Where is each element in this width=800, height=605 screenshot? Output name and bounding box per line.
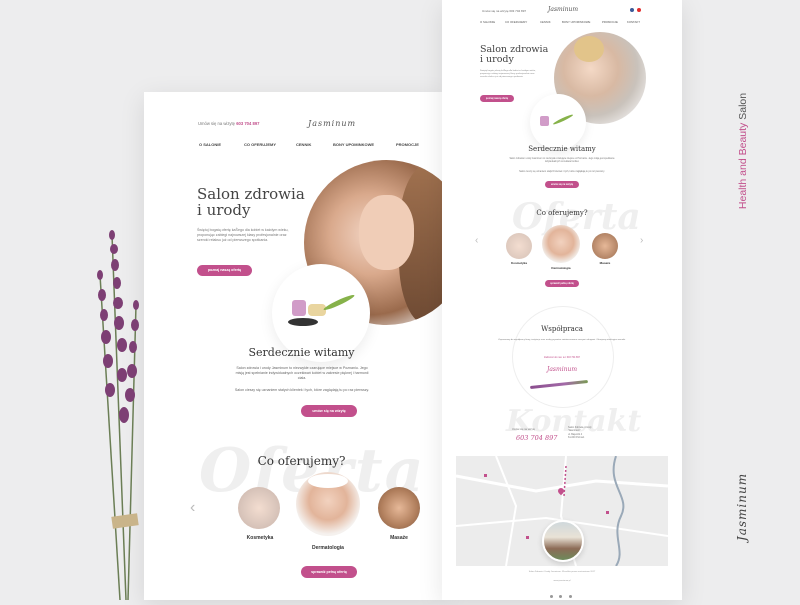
contact-address: Salon Zdrowia i Urody "Jasminum" ul. Baj…	[568, 426, 592, 440]
offer-item-dermatologia-image[interactable]	[296, 472, 360, 536]
nav-item-bony[interactable]: BONY UPOMINKOWE	[333, 142, 374, 147]
mobile-nav-promocje[interactable]: PROMOCJE	[602, 20, 618, 24]
footer-facebook-icon[interactable]	[550, 595, 553, 598]
contact-address-line: 61-000 Poznań	[568, 436, 585, 440]
mobile-nav-kontakt[interactable]: KONTAKT	[627, 20, 640, 24]
offer-cta-button[interactable]: sprawdź pełną ofertę	[301, 566, 357, 578]
mobile-offer-masaze-image[interactable]	[592, 233, 618, 259]
candle-shape	[292, 300, 306, 316]
mobile-offer-masaze-label[interactable]: Masaże	[586, 261, 624, 265]
mobile-logo[interactable]: Jasminum	[548, 6, 578, 13]
footer-social-icons	[550, 585, 572, 600]
mobile-offer-next-arrow[interactable]: ›	[640, 235, 643, 246]
face-shape	[359, 195, 414, 270]
mobile-offer-dermatologia-image[interactable]	[542, 225, 580, 263]
mobile-welcome-text-2: Salon cieszy się uznaniem stałych klient…	[519, 171, 605, 173]
welcome-text-1: Salon zdrowia i urody Jasminum to niezwy…	[235, 366, 369, 380]
nav-item-o-salonie[interactable]: O SALONIE	[199, 142, 221, 147]
cooperation-title: Współpraca	[541, 325, 583, 333]
mobile-nav-cennik[interactable]: CENNIK	[540, 20, 551, 24]
lavender-bouquet-image	[88, 215, 158, 601]
mobile-products-candle	[540, 116, 549, 126]
offer-item-kosmetyka-image[interactable]	[238, 487, 280, 529]
mobile-welcome-cta-button[interactable]: umów się na wizytę	[545, 181, 579, 188]
towel-shape	[308, 474, 348, 488]
mobile-offer-title: Co oferujemy?	[536, 209, 588, 217]
offer-title: Co oferujemy?	[257, 454, 346, 468]
offer-item-masaze-label[interactable]: Masaże	[378, 535, 420, 541]
offer-item-masaze-image[interactable]	[378, 487, 420, 529]
footer-url[interactable]: www.jasminum.pl	[442, 580, 682, 582]
lavender-bouquet-drawing	[97, 230, 139, 601]
cooperation-signature: Jasminum	[546, 366, 578, 373]
footer-instagram-icon[interactable]	[559, 595, 563, 598]
mobile-nav-co-oferujemy[interactable]: CO OFERUJEMY	[505, 20, 527, 24]
leaf-shape	[322, 293, 356, 312]
contact-phone[interactable]: 603 704 897	[516, 434, 557, 442]
footer-text: Salon Zdrowia i Urody Jasminum. Wszelkie…	[528, 571, 596, 573]
cooperation-text: Zapraszamy do współpracy firmy, instytuc…	[498, 339, 626, 341]
mobile-products-leaf	[552, 113, 574, 126]
hero-text: Świętuj bogatą ofertę kaŜego dla kobiet …	[197, 228, 289, 242]
mobile-hero-title-line2: i urody	[480, 54, 514, 65]
hero-title: Salon zdrowia i urody	[197, 186, 305, 218]
mobile-offer-dermatologia-label[interactable]: Dermatologia	[538, 266, 584, 270]
facebook-icon[interactable]	[630, 8, 634, 12]
offer-prev-arrow[interactable]: ‹	[190, 499, 195, 517]
stones-shape	[288, 318, 318, 326]
mobile-offer-prev-arrow[interactable]: ‹	[475, 235, 478, 246]
welcome-cta-button[interactable]: umów się na wizytę	[301, 405, 357, 417]
header-phone[interactable]: Umów się na wizytę 603 704 897	[198, 121, 259, 126]
hero-cta-button[interactable]: poznaj naszą ofertę	[197, 265, 252, 276]
nav-item-cennik[interactable]: CENNIK	[296, 142, 311, 147]
mobile-products-image	[530, 94, 586, 150]
phone-number: 603 704 897	[236, 121, 260, 126]
cooperation-phone: Zadzwoń do nas: tel. 603 704 897	[543, 356, 581, 359]
nav-item-co-oferujemy[interactable]: CO OFERUJEMY	[244, 142, 276, 147]
logo[interactable]: Jasminum	[308, 119, 356, 128]
mobile-nav-o-salonie[interactable]: O SALONIE	[480, 20, 495, 24]
phone-prefix: Umów się na wizytę	[198, 121, 236, 126]
side-title-plain: Salon	[737, 92, 749, 120]
welcome-text-2: Salon cieszy się uznaniem stałych klient…	[234, 388, 370, 392]
mobile-welcome-title: Serdecznie witamy	[528, 145, 596, 153]
desktop-mockup: Umów się na wizytę 603 704 897 Jasminum …	[144, 92, 444, 600]
offer-item-kosmetyka-label[interactable]: Kosmetyka	[239, 535, 281, 541]
nav-item-promocje[interactable]: PROMOCJE	[396, 142, 419, 147]
side-title: Health and Beauty Salon	[737, 91, 749, 211]
youtube-icon[interactable]	[637, 8, 641, 12]
mobile-offer-cta-button[interactable]: sprawdź pełną ofertę	[545, 280, 579, 287]
footer-youtube-icon[interactable]	[568, 595, 572, 598]
side-logo: Jasminum	[735, 472, 749, 542]
mobile-welcome-text-1: Salon zdrowia i urody Jasminum to niezwy…	[509, 158, 615, 164]
mobile-nav-bony[interactable]: BONY UPOMINKOWE	[562, 20, 590, 24]
fullpage-mockup: Umów się na wizytę 603 704 897 Jasminum …	[442, 0, 682, 600]
hero-title-line1: Salon zdrowia	[197, 185, 305, 203]
mobile-hair-shape	[574, 36, 604, 62]
hero-title-line2: i urody	[197, 201, 251, 219]
salon-building-image	[542, 520, 584, 562]
mobile-hero-cta-button[interactable]: poznaj naszą ofertę	[480, 95, 514, 102]
offer-item-dermatologia-label[interactable]: Dermatologia	[296, 545, 360, 551]
mobile-header-phone[interactable]: Umów się na wizytę 603 704 897	[482, 9, 526, 13]
contact-label: Umów się na wizytę	[512, 428, 535, 431]
mobile-offer-kosmetyka-image[interactable]	[506, 233, 532, 259]
welcome-title: Serdecznie witamy	[248, 346, 355, 359]
mobile-hero-title: Salon zdrowia i urody	[480, 45, 548, 65]
mobile-offer-background-word: Oferta	[512, 196, 641, 238]
mobile-hero-text: Świętuj bogatą ofertę kaŜego dla kobiet …	[480, 70, 536, 79]
mobile-offer-kosmetyka-label[interactable]: Kosmetyka	[500, 261, 538, 265]
side-title-accent: Health and Beauty	[737, 122, 749, 210]
